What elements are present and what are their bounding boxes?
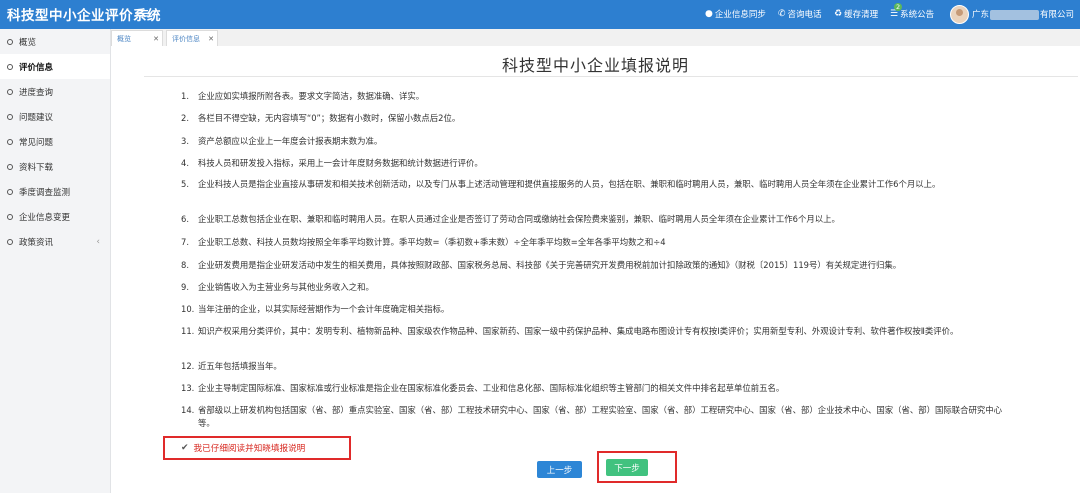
item-number: 9.: [181, 282, 189, 292]
announcement-label: 系统公告: [900, 10, 935, 20]
item-number: 12.: [181, 361, 195, 371]
sidebar-item-downloads[interactable]: 资料下载: [0, 154, 110, 179]
sidebar-item-quarterly-survey[interactable]: 季度调查监测: [0, 179, 110, 204]
sidebar-item-company-change[interactable]: 企业信息变更: [0, 204, 110, 229]
close-icon[interactable]: ✕: [153, 35, 159, 43]
tab-label: 概览: [117, 34, 131, 43]
item-number: 10.: [181, 304, 195, 314]
circle-icon: [7, 88, 13, 95]
sync-company-info-label: 企业信息同步: [714, 10, 766, 20]
circle-icon: [7, 188, 13, 195]
hotline-label: 咨询电话: [787, 10, 822, 20]
close-icon[interactable]: ✕: [208, 35, 214, 43]
user-icon: ●: [705, 9, 713, 19]
checkmark-icon: ✔: [181, 443, 189, 453]
item-text: 资产总额应以企业上一年度会计报表期末数为准。: [198, 136, 383, 146]
item-text: 企业销售收入为主营业务与其他业务收入之和。: [198, 282, 374, 292]
sidebar-item-label: 进度查询: [19, 87, 54, 98]
sidebar-item-label: 季度调查监测: [19, 187, 71, 198]
sidebar-item-progress[interactable]: 进度查询: [0, 79, 110, 104]
prev-step-button[interactable]: 上一步: [537, 461, 582, 478]
sidebar-item-label: 概览: [19, 37, 37, 48]
sidebar-item-policy-news[interactable]: 政策资讯 ‹: [0, 229, 110, 254]
sidebar-item-evaluation-info[interactable]: 评价信息: [0, 54, 110, 79]
item-text: 企业职工总数、科技人员数均按照全年季平均数计算。季平均数=（季初数+季末数）÷全…: [198, 237, 666, 247]
item-text: 近五年包括填报当年。: [198, 361, 282, 371]
sidebar-item-overview[interactable]: 概览: [0, 29, 110, 54]
circle-icon: [7, 138, 13, 145]
company-name-suffix: 有限公司: [1040, 10, 1075, 20]
item-number: 3.: [181, 136, 189, 146]
clear-cache-button[interactable]: ♻ 缓存清理: [834, 8, 878, 20]
chevron-left-icon: ‹: [96, 236, 100, 247]
tab-bar: 概览 ✕ 评价信息 ✕: [111, 29, 1080, 47]
tab-overview[interactable]: 概览 ✕: [111, 30, 163, 46]
item-text: 省部级以上研发机构包括国家（省、部）重点实验室、国家（省、部）工程技术研究中心、…: [198, 405, 1002, 428]
title-divider: [144, 76, 1078, 77]
sidebar: 概览 评价信息 进度查询 问题建议 常见问题 资料下载 季度调查监测 企业信息变…: [0, 29, 111, 493]
notice-icon: ☰ 2: [890, 3, 903, 19]
announcement-button[interactable]: ☰ 2 系统公告: [890, 3, 935, 20]
main-content: 科技型中小企业填报说明 1. 企业应如实填报所附各表。要求文字简洁，数据准确、详实…: [111, 46, 1080, 493]
item-text: 企业应如实填报所附各表。要求文字简洁，数据准确、详实。: [198, 91, 425, 101]
circle-icon: [7, 113, 13, 120]
page-title: 科技型中小企业填报说明: [501, 56, 689, 75]
hamburger-icon[interactable]: ≡: [137, 4, 150, 22]
top-header: 科技型中小企业评价系统 ≡ ● 企业信息同步 ✆ 咨询电话 ♻ 缓存清理 ☰ 2 …: [0, 0, 1080, 29]
sidebar-item-suggestions[interactable]: 问题建议: [0, 104, 110, 129]
sidebar-item-label: 资料下载: [19, 162, 54, 173]
item-number: 11.: [181, 326, 195, 336]
tab-label: 评价信息: [172, 34, 200, 43]
item-text: 企业主导制定国际标准、国家标准或行业标准是指企业在国家标准化委员会、工业和信息化…: [198, 383, 785, 393]
item-text: 当年注册的企业，以其实际经营期作为一个会计年度确定相关指标。: [198, 304, 450, 314]
sidebar-item-label: 常见问题: [19, 137, 54, 148]
item-number: 8.: [181, 260, 189, 270]
item-text: 企业职工总数包括企业在职、兼职和临时聘用人员。在职人员通过企业是否签订了劳动合同…: [198, 214, 840, 224]
item-text: 企业研发费用是指企业研发活动中发生的相关费用，具体按照财政部、国家税务总局、科技…: [198, 260, 902, 270]
company-name-redaction: [990, 9, 1040, 20]
item-number: 4.: [181, 158, 189, 168]
agree-checkbox[interactable]: ✔ 我已仔细阅读并知晓填报说明: [163, 436, 351, 460]
item-text: 企业科技人员是指企业直接从事研发和相关技术创新活动，以及专门从事上述活动管理和提…: [198, 179, 941, 189]
company-name-prefix: 广东: [972, 10, 990, 20]
circle-icon: [7, 213, 13, 220]
item-number: 13.: [181, 383, 195, 393]
sync-company-info-button[interactable]: ● 企业信息同步: [705, 8, 766, 20]
circle-icon: [7, 38, 13, 45]
next-step-button[interactable]: 下一步: [606, 459, 648, 476]
circle-icon: [7, 63, 13, 70]
sidebar-item-faq[interactable]: 常见问题: [0, 129, 110, 154]
item-text: 各栏目不得空缺，无内容填写“0”；数据有小数时，保留小数点后2位。: [198, 113, 461, 123]
item-number: 14.: [181, 405, 195, 415]
sidebar-item-label: 评价信息: [19, 62, 54, 73]
item-number: 5.: [181, 179, 189, 189]
phone-icon: ✆: [778, 9, 786, 19]
item-number: 1.: [181, 91, 189, 101]
sidebar-item-label: 企业信息变更: [19, 212, 71, 223]
item-number: 2.: [181, 113, 189, 123]
item-number: 7.: [181, 237, 189, 247]
clear-cache-label: 缓存清理: [844, 10, 879, 20]
company-name[interactable]: 广东 有限公司: [972, 8, 1074, 20]
item-text: 知识产权采用分类评价，其中：发明专利、植物新品种、国家级农作物品种、国家新药、国…: [198, 326, 959, 336]
avatar[interactable]: [950, 5, 969, 24]
circle-icon: [7, 163, 13, 170]
hotline-button[interactable]: ✆ 咨询电话: [778, 8, 822, 20]
tab-evaluation-info[interactable]: 评价信息 ✕: [166, 30, 218, 46]
recycle-icon: ♻: [834, 9, 843, 19]
agree-label: 我已仔细阅读并知晓填报说明: [193, 444, 306, 454]
item-text: 科技人员和研发投入指标，采用上一会计年度财务数据和统计数据进行评价。: [198, 158, 483, 168]
circle-icon: [7, 238, 13, 245]
sidebar-item-label: 政策资讯: [19, 237, 54, 248]
sidebar-item-label: 问题建议: [19, 112, 54, 123]
item-number: 6.: [181, 214, 189, 224]
